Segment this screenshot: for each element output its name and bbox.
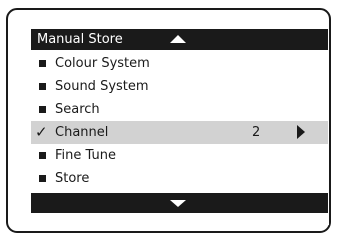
menu-item-label: Fine Tune [55,148,116,163]
bullet-icon [39,60,46,67]
bullet-icon [39,83,46,90]
menu-item-label: Colour System [55,56,150,71]
arrow-right-icon[interactable] [297,125,305,139]
menu-header: Manual Store [31,29,328,50]
bullet-icon [39,106,46,113]
menu-item-label: Search [55,102,100,117]
menu-item-colour-system[interactable]: Colour System [31,52,328,75]
frame-notch [321,217,329,225]
arrow-up-icon[interactable] [170,35,186,43]
menu-footer [31,193,328,213]
channel-value: 2 [252,125,261,140]
arrow-down-icon[interactable] [170,200,186,207]
manual-store-menu: Manual Store Colour System Sound System … [31,29,328,217]
menu-item-store[interactable]: Store [31,167,328,190]
menu-item-fine-tune[interactable]: Fine Tune [31,144,328,167]
menu-item-channel[interactable]: ✓ Channel 2 [31,121,328,144]
menu-item-label: Store [55,171,90,186]
menu-title: Manual Store [37,32,123,47]
menu-item-label: Channel [55,125,109,140]
checkmark-icon: ✓ [35,123,48,141]
bullet-icon [39,152,46,159]
bullet-icon [39,175,46,182]
menu-item-sound-system[interactable]: Sound System [31,75,328,98]
menu-item-search[interactable]: Search [31,98,328,121]
menu-item-label: Sound System [55,79,149,94]
